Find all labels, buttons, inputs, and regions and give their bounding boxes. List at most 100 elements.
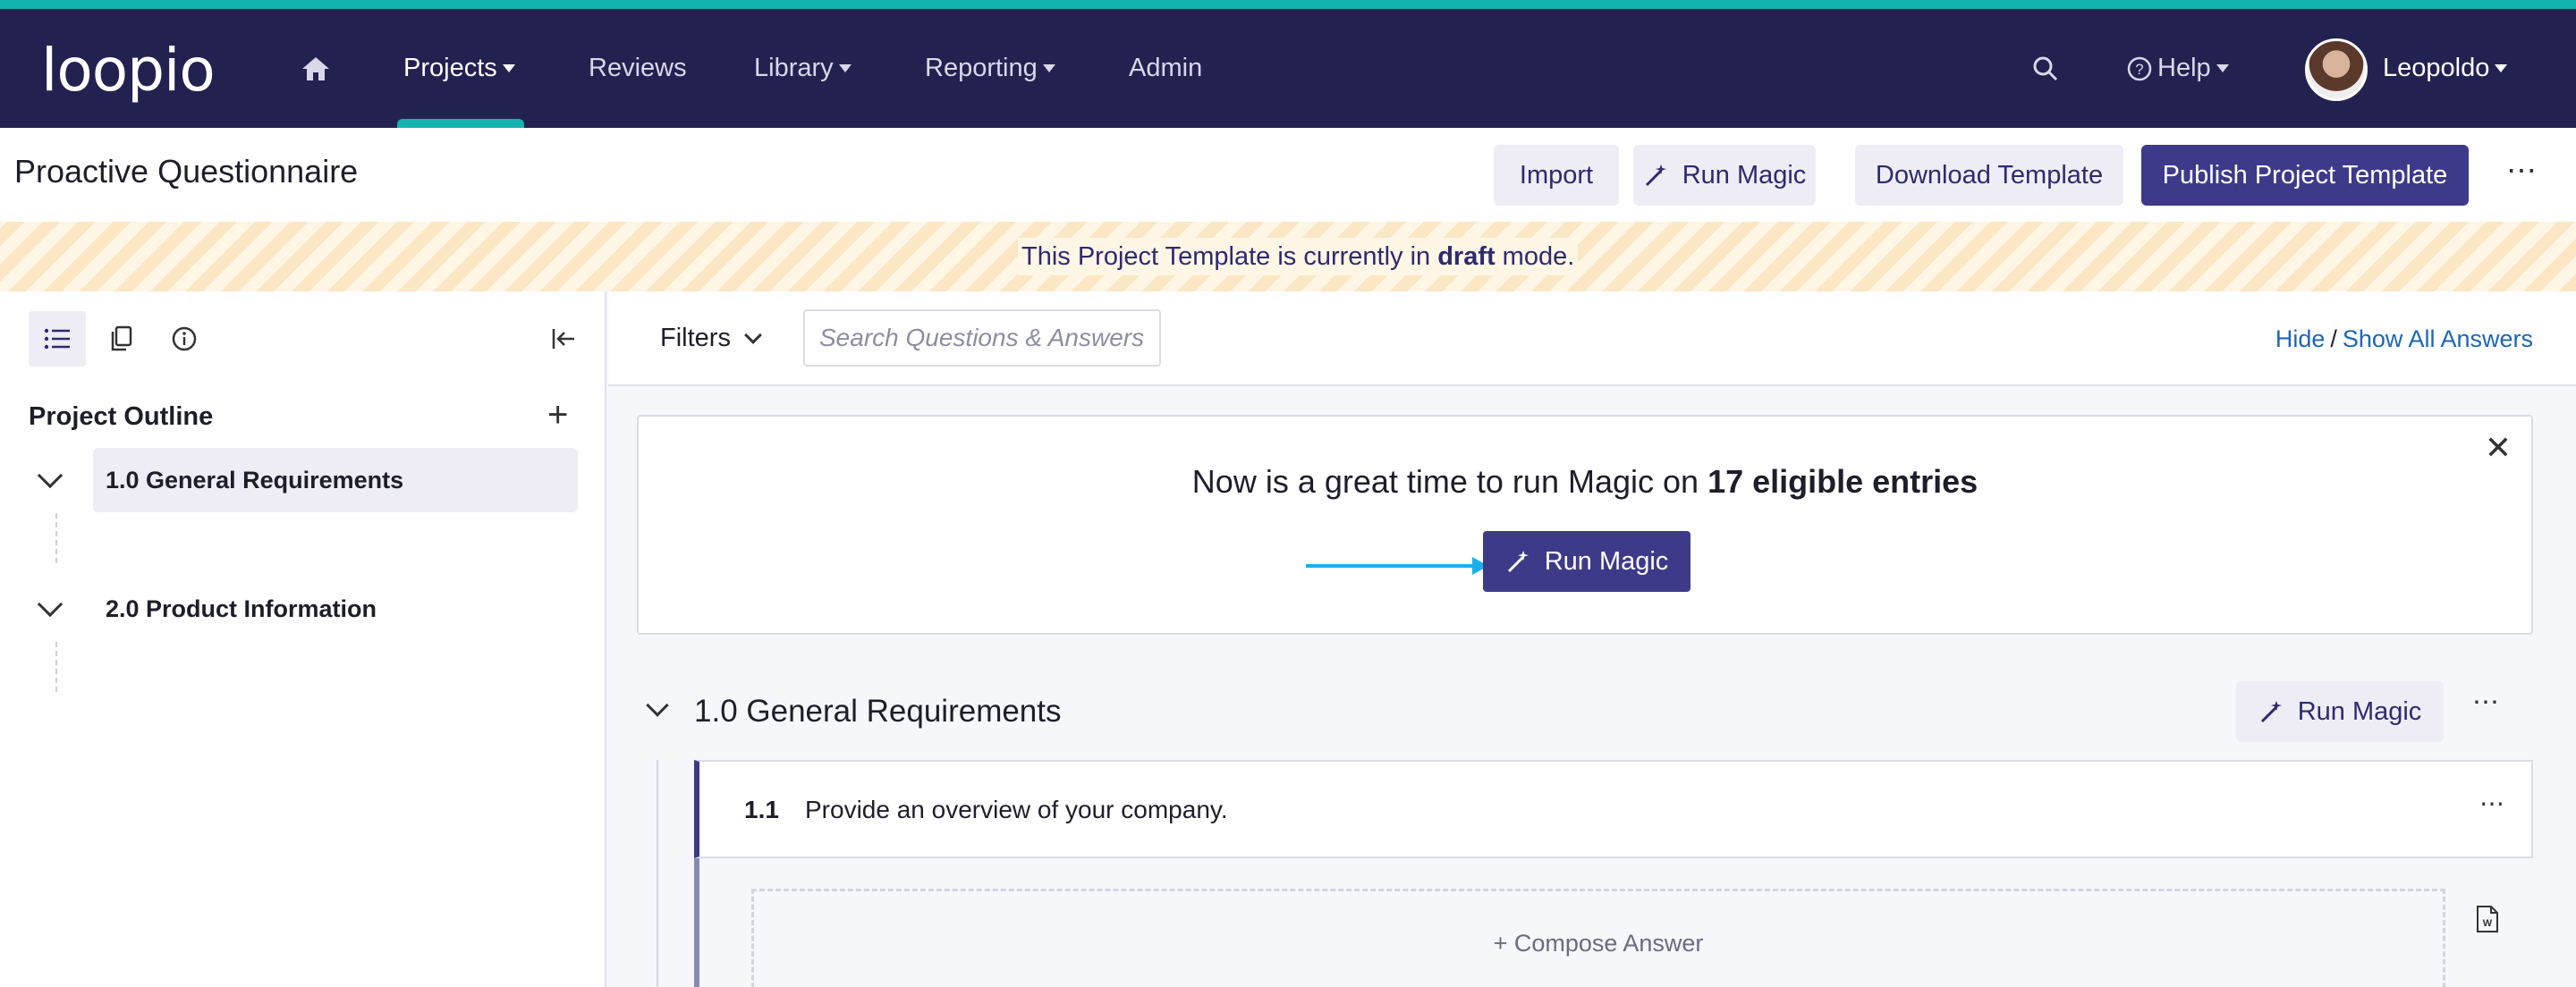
import-label: Import	[1519, 160, 1594, 190]
section-header: 1.0 General Requirements Run Magic ⋯	[637, 679, 2533, 742]
questions-toolbar: Filters Hide/Show All Answers	[608, 291, 2576, 386]
section-guide-line	[657, 760, 658, 987]
tab-copies[interactable]	[93, 311, 150, 367]
chevron-down-icon	[2216, 64, 2229, 72]
search-icon	[2033, 56, 2058, 80]
magic-wand-icon	[1645, 164, 1666, 187]
nav-reviews[interactable]: Reviews	[589, 9, 687, 128]
run-magic-header-button[interactable]: Run Magic	[1633, 145, 1816, 206]
copy-icon	[111, 325, 132, 351]
chevron-down-icon	[502, 64, 515, 72]
svg-text:W: W	[2483, 918, 2493, 929]
separator: /	[2330, 325, 2337, 352]
info-icon	[172, 326, 197, 351]
user-menu[interactable]: Leopoldo	[2383, 9, 2508, 128]
question-text: Provide an overview of your company.	[805, 796, 1228, 823]
list-icon	[44, 328, 70, 350]
more-options-icon[interactable]: ⋯	[2506, 153, 2538, 189]
chevron-down-icon[interactable]	[37, 462, 64, 489]
sidebar-item-label: 2.0 Product Information	[106, 595, 377, 622]
download-template-button[interactable]: Download Template	[1855, 145, 2123, 206]
project-outline-sidebar: Project Outline + 1.0 General Requiremen…	[0, 291, 606, 987]
help-label: Help	[2157, 54, 2211, 82]
loopio-logo[interactable]: loopio	[41, 41, 216, 100]
run-magic-card-label: Run Magic	[1544, 546, 1669, 576]
magic-wand-icon	[2260, 701, 2282, 723]
sidebar-item-label: 1.0 General Requirements	[106, 466, 404, 494]
top-navigation: loopio Projects Reviews Library Reportin…	[0, 9, 2576, 128]
nav-reporting[interactable]: Reporting	[925, 9, 1055, 128]
home-nav-item[interactable]	[301, 9, 331, 128]
avatar[interactable]	[2305, 38, 2368, 101]
import-button[interactable]: Import	[1494, 145, 1619, 206]
tab-outline[interactable]	[29, 311, 86, 367]
run-magic-section-label: Run Magic	[2297, 696, 2422, 726]
more-options-icon[interactable]: ⋯	[2472, 687, 2501, 718]
page-title: Proactive Questionnaire	[14, 153, 359, 190]
answers-visibility-links: Hide / Show All Answers	[2275, 325, 2533, 353]
magic-message-prefix: Now is a great time to run Magic on	[1191, 463, 1699, 500]
filters-label: Filters	[660, 324, 731, 352]
tab-info[interactable]	[156, 311, 213, 367]
outline-connector	[55, 513, 57, 563]
search-input[interactable]	[803, 309, 1161, 367]
chevron-down-icon[interactable]	[646, 694, 669, 717]
nav-library[interactable]: Library	[754, 9, 852, 128]
word-document-icon[interactable]: W	[2476, 905, 2499, 933]
chevron-down-icon	[2495, 64, 2508, 72]
svg-text:?: ?	[2135, 61, 2143, 78]
nav-admin-label: Admin	[1129, 54, 1203, 82]
question-row[interactable]: 1.1 Provide an overview of your company.…	[694, 760, 2533, 858]
nav-reporting-label: Reporting	[925, 54, 1038, 82]
close-icon[interactable]: ✕	[2485, 429, 2512, 467]
eligible-entries-count: 17 eligible entries	[1707, 463, 1979, 500]
draft-banner-status: draft	[1437, 241, 1496, 271]
active-nav-indicator	[397, 119, 524, 128]
sidebar-item-general-requirements[interactable]: 1.0 General Requirements	[93, 448, 578, 512]
pointer-arrow-line	[1306, 564, 1476, 568]
nav-library-label: Library	[754, 54, 834, 82]
hide-answers-link[interactable]: Hide	[2275, 325, 2326, 352]
page-header: Proactive Questionnaire Import Run Magic…	[0, 128, 2576, 222]
outline-title: Project Outline	[29, 402, 214, 431]
magic-message: Now is a great time to run Magic on 17 e…	[639, 463, 2531, 501]
draft-banner-prefix: This Project Template is currently in	[1021, 241, 1431, 271]
section-title: 1.0 General Requirements	[694, 694, 1062, 729]
nav-projects-label: Projects	[403, 54, 497, 82]
user-name: Leopoldo	[2383, 54, 2490, 82]
publish-template-button[interactable]: Publish Project Template	[2141, 145, 2469, 206]
outline-connector	[55, 642, 57, 692]
help-menu[interactable]: ? Help	[2127, 9, 2229, 128]
collapse-sidebar-button[interactable]	[535, 311, 592, 367]
top-accent-stripe	[0, 0, 2576, 9]
run-magic-card: Now is a great time to run Magic on 17 e…	[637, 415, 2533, 635]
chevron-down-icon	[838, 64, 852, 72]
more-options-icon[interactable]: ⋯	[2479, 789, 2506, 818]
add-section-icon[interactable]: +	[547, 395, 568, 435]
draft-banner-text: This Project Template is currently in dr…	[1018, 238, 1579, 275]
run-magic-label: Run Magic	[1682, 160, 1807, 190]
magic-wand-icon	[1507, 551, 1529, 573]
nav-projects[interactable]: Projects	[403, 9, 515, 128]
home-icon	[302, 56, 329, 80]
draft-banner-suffix: mode.	[1502, 241, 1575, 271]
draft-mode-banner: This Project Template is currently in dr…	[0, 222, 2576, 291]
chevron-down-icon	[1042, 64, 1055, 72]
run-magic-section-button[interactable]: Run Magic	[2236, 681, 2444, 742]
chevron-down-icon	[744, 325, 762, 344]
collapse-left-icon	[552, 329, 574, 349]
publish-template-label: Publish Project Template	[2162, 160, 2448, 190]
sidebar-item-product-information[interactable]: 2.0 Product Information	[93, 577, 578, 641]
nav-admin[interactable]: Admin	[1129, 9, 1202, 128]
show-all-answers-link[interactable]: Show All Answers	[2343, 325, 2533, 352]
question-number: 1.1	[744, 796, 779, 823]
download-template-label: Download Template	[1875, 160, 2104, 190]
search-button[interactable]	[2032, 9, 2059, 128]
help-circle-icon: ?	[2127, 56, 2152, 80]
compose-answer-button[interactable]: + Compose Answer	[751, 889, 2445, 987]
filters-dropdown[interactable]: Filters	[660, 324, 762, 353]
run-magic-card-button[interactable]: Run Magic	[1483, 531, 1690, 592]
nav-reviews-label: Reviews	[589, 54, 687, 82]
chevron-down-icon[interactable]	[37, 591, 64, 618]
compose-answer-label: + Compose Answer	[1493, 930, 1704, 957]
